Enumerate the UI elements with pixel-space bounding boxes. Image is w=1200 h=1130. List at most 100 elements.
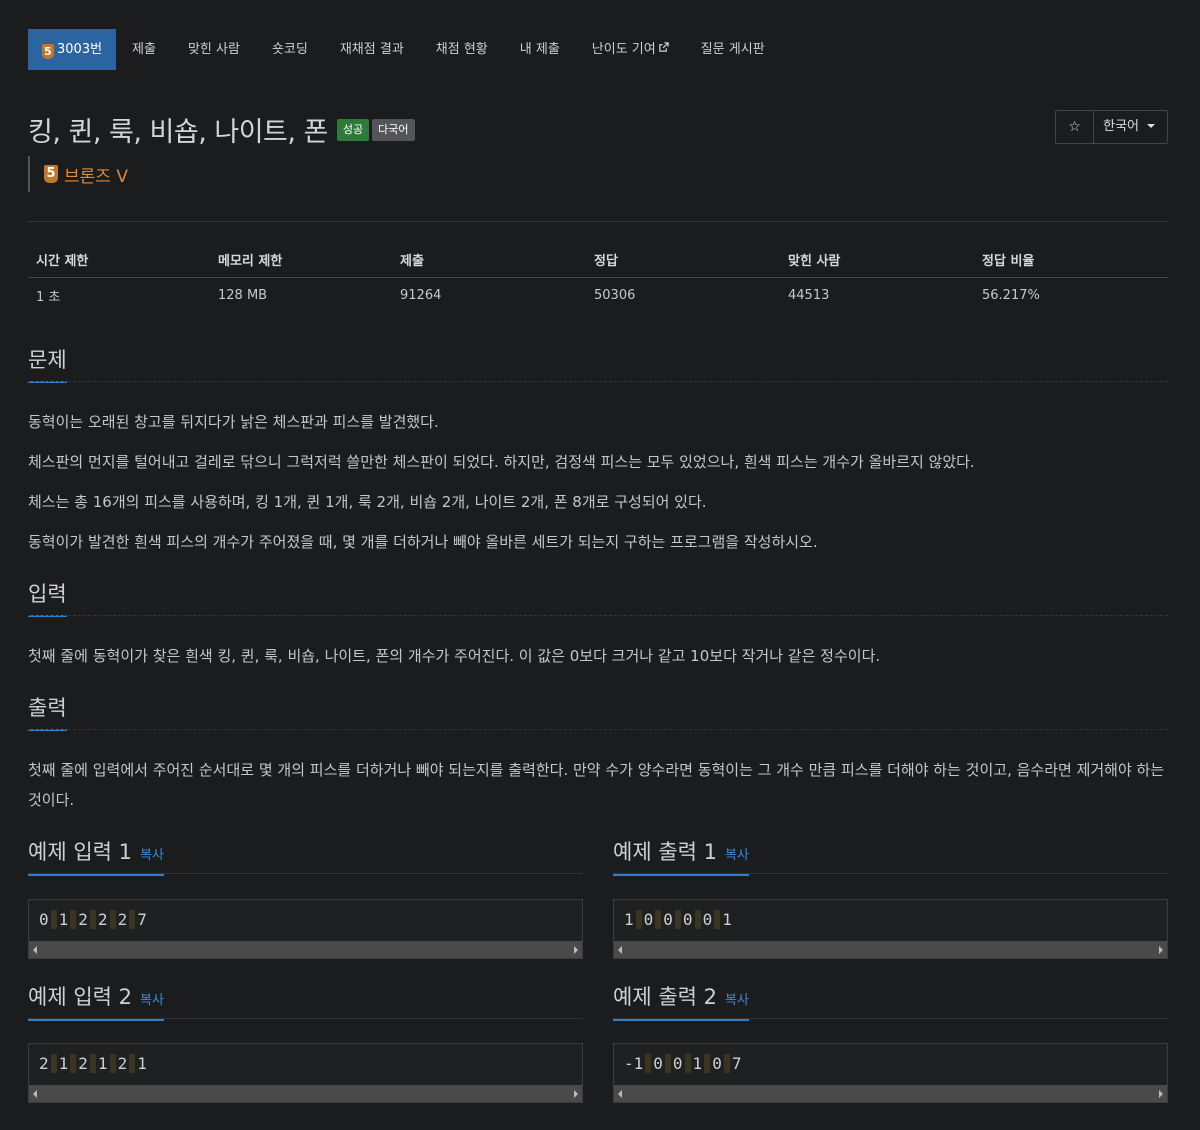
language-dropdown[interactable]: 한국어 — [1094, 111, 1167, 143]
sample-token: 2 — [78, 1054, 88, 1073]
sample-token: 1 — [692, 1054, 703, 1073]
tab-difficulty-label: 난이도 기여 — [591, 42, 656, 57]
table-header: 정답 — [586, 243, 780, 278]
sample-token: 0 — [682, 910, 693, 929]
tab-problem[interactable]: 5 3003번 — [28, 29, 117, 70]
tab-submit[interactable]: 제출 — [116, 29, 172, 70]
table-cell: 56.217% — [982, 287, 1040, 303]
sample-title: 예제 출력 2 — [613, 985, 717, 1009]
sample-title: 예제 입력 2 — [28, 985, 132, 1009]
paragraph: 체스판의 먼지를 털어내고 걸레로 닦으니 그럭저럭 쓸만한 체스판이 되었다.… — [28, 453, 975, 471]
tab-rejudge[interactable]: 재채점 결과 — [324, 29, 420, 70]
input-section-header: 입력 — [28, 578, 1168, 617]
sample-token: 1 — [722, 910, 732, 929]
table-header-row: 시간 제한 메모리 제한 제출 정답 맞힌 사람 정답 비율 — [28, 243, 1168, 278]
paragraph: 동혁이는 오래된 창고를 뒤지다가 낡은 체스판과 피스를 발견했다. — [28, 413, 439, 431]
scroll-left-icon[interactable] — [618, 1090, 622, 1098]
success-badge: 성공 — [336, 118, 370, 141]
sample-input-2[interactable]: 2_1_2_1_2_1 — [28, 1043, 583, 1103]
multilang-badge: 다국어 — [372, 118, 415, 141]
table-header: 메모리 제한 — [210, 243, 392, 278]
sample-token: 7 — [137, 910, 147, 929]
tier-label[interactable]: 브론즈 V — [64, 162, 128, 187]
problem-tier: 5 브론즈 V — [28, 156, 128, 192]
sample-input-2-header: 예제 입력 2 복사 — [28, 981, 583, 1021]
tab-solved-users[interactable]: 맞힌 사람 — [172, 29, 256, 70]
paragraph: 첫째 줄에 동혁이가 찾은 흰색 킹, 퀸, 룩, 비숍, 나이트, 폰의 개수… — [28, 647, 881, 665]
sample-token: 0 — [712, 1054, 722, 1073]
favorite-button[interactable]: ☆ — [1056, 111, 1095, 143]
problem-tabs: 5 3003번 제출 맞힌 사람 숏코딩 재채점 결과 채점 현황 내 제출 난이… — [28, 29, 781, 70]
problem-info-table: 시간 제한 메모리 제한 제출 정답 맞힌 사람 정답 비율 1 초 128 M… — [28, 243, 1168, 313]
problem-title-row: 킹, 퀸, 룩, 비숍, 나이트, 폰 성공 다국어 — [28, 110, 415, 149]
table-cell: 128 MB — [218, 287, 268, 303]
sample-title: 예제 입력 1 — [28, 840, 132, 864]
sample-token: -1 — [624, 1054, 644, 1073]
sample-output-2[interactable]: -1_0_0_1_0_7 — [613, 1043, 1168, 1103]
sample-token: 2 — [117, 1054, 128, 1073]
copy-button[interactable]: 복사 — [140, 993, 164, 1008]
sample-token: 0 — [643, 910, 654, 929]
horizontal-scrollbar[interactable] — [614, 941, 1167, 958]
sample-token: 2 — [97, 910, 108, 929]
sample-output-2-header: 예제 출력 2 복사 — [613, 981, 1168, 1021]
sample-input-1-header: 예제 입력 1 복사 — [28, 836, 583, 876]
divider — [28, 729, 1168, 730]
sample-token: 1 — [58, 1054, 69, 1073]
divider — [28, 1018, 583, 1019]
caret-down-icon — [1147, 124, 1155, 128]
tab-short-coding[interactable]: 숏코딩 — [256, 29, 324, 70]
output-description: 첫째 줄에 입력에서 주어진 순서대로 몇 개의 피스를 더하거나 빼야 되는지… — [28, 755, 1168, 815]
sample-output-1[interactable]: 1_0_0_0_0_1 — [613, 899, 1168, 959]
sample-token: 0 — [663, 910, 673, 929]
sample-token: 0 — [39, 910, 49, 929]
language-label: 한국어 — [1103, 119, 1139, 134]
table-row: 1 초 128 MB 91264 50306 44513 56.217% — [28, 277, 1168, 313]
horizontal-scrollbar[interactable] — [614, 1085, 1167, 1102]
scroll-right-icon[interactable] — [1159, 946, 1163, 954]
paragraph: 동혁이가 발견한 흰색 피스의 개수가 주어졌을 때, 몇 개를 더하거나 빼야… — [28, 533, 818, 551]
tab-difficulty[interactable]: 난이도 기여 — [576, 29, 685, 70]
section-title: 문제 — [28, 344, 67, 383]
sample-token: 1 — [137, 1054, 147, 1073]
divider — [28, 221, 1168, 222]
table-header: 제출 — [392, 243, 586, 278]
horizontal-scrollbar[interactable] — [29, 941, 582, 958]
sample-input-1[interactable]: 0_1_2_2_2_7 — [28, 899, 583, 959]
sample-text: 2_1_2_1_2_1 — [37, 1054, 149, 1073]
table-cell: 1 초 — [36, 289, 61, 305]
input-description: 첫째 줄에 동혁이가 찾은 흰색 킹, 퀸, 룩, 비숍, 나이트, 폰의 개수… — [28, 641, 1168, 671]
sample-token: 0 — [653, 1054, 663, 1073]
section-title: 출력 — [28, 692, 67, 731]
table-header: 맞힌 사람 — [780, 243, 974, 278]
table-header: 시간 제한 — [28, 243, 210, 278]
external-link-icon — [658, 42, 669, 52]
scroll-left-icon[interactable] — [33, 946, 37, 954]
bronze-tier-icon: 5 — [42, 44, 54, 59]
scroll-right-icon[interactable] — [574, 1090, 578, 1098]
scroll-left-icon[interactable] — [33, 1090, 37, 1098]
sample-output-1-header: 예제 출력 1 복사 — [613, 836, 1168, 876]
sample-token: 1 — [624, 910, 634, 929]
table-cell: 50306 — [594, 287, 636, 303]
scroll-right-icon[interactable] — [574, 946, 578, 954]
copy-button[interactable]: 복사 — [725, 993, 749, 1008]
tab-status[interactable]: 채점 현황 — [420, 29, 504, 70]
divider — [28, 381, 1168, 382]
tab-my-submit[interactable]: 내 제출 — [504, 29, 576, 70]
sample-title: 예제 출력 1 — [613, 840, 717, 864]
section-title: 입력 — [28, 578, 67, 617]
table-cell: 44513 — [788, 287, 830, 303]
tab-board[interactable]: 질문 게시판 — [685, 29, 781, 70]
bronze-tier-icon: 5 — [44, 165, 58, 183]
tab-problem-label: 3003번 — [57, 42, 103, 57]
scroll-left-icon[interactable] — [618, 946, 622, 954]
divider — [613, 1018, 1168, 1019]
sample-token: 2 — [78, 910, 88, 929]
horizontal-scrollbar[interactable] — [29, 1085, 582, 1102]
copy-button[interactable]: 복사 — [725, 848, 749, 863]
divider — [28, 615, 1168, 616]
sample-token: 1 — [97, 1054, 108, 1073]
scroll-right-icon[interactable] — [1159, 1090, 1163, 1098]
copy-button[interactable]: 복사 — [140, 848, 164, 863]
